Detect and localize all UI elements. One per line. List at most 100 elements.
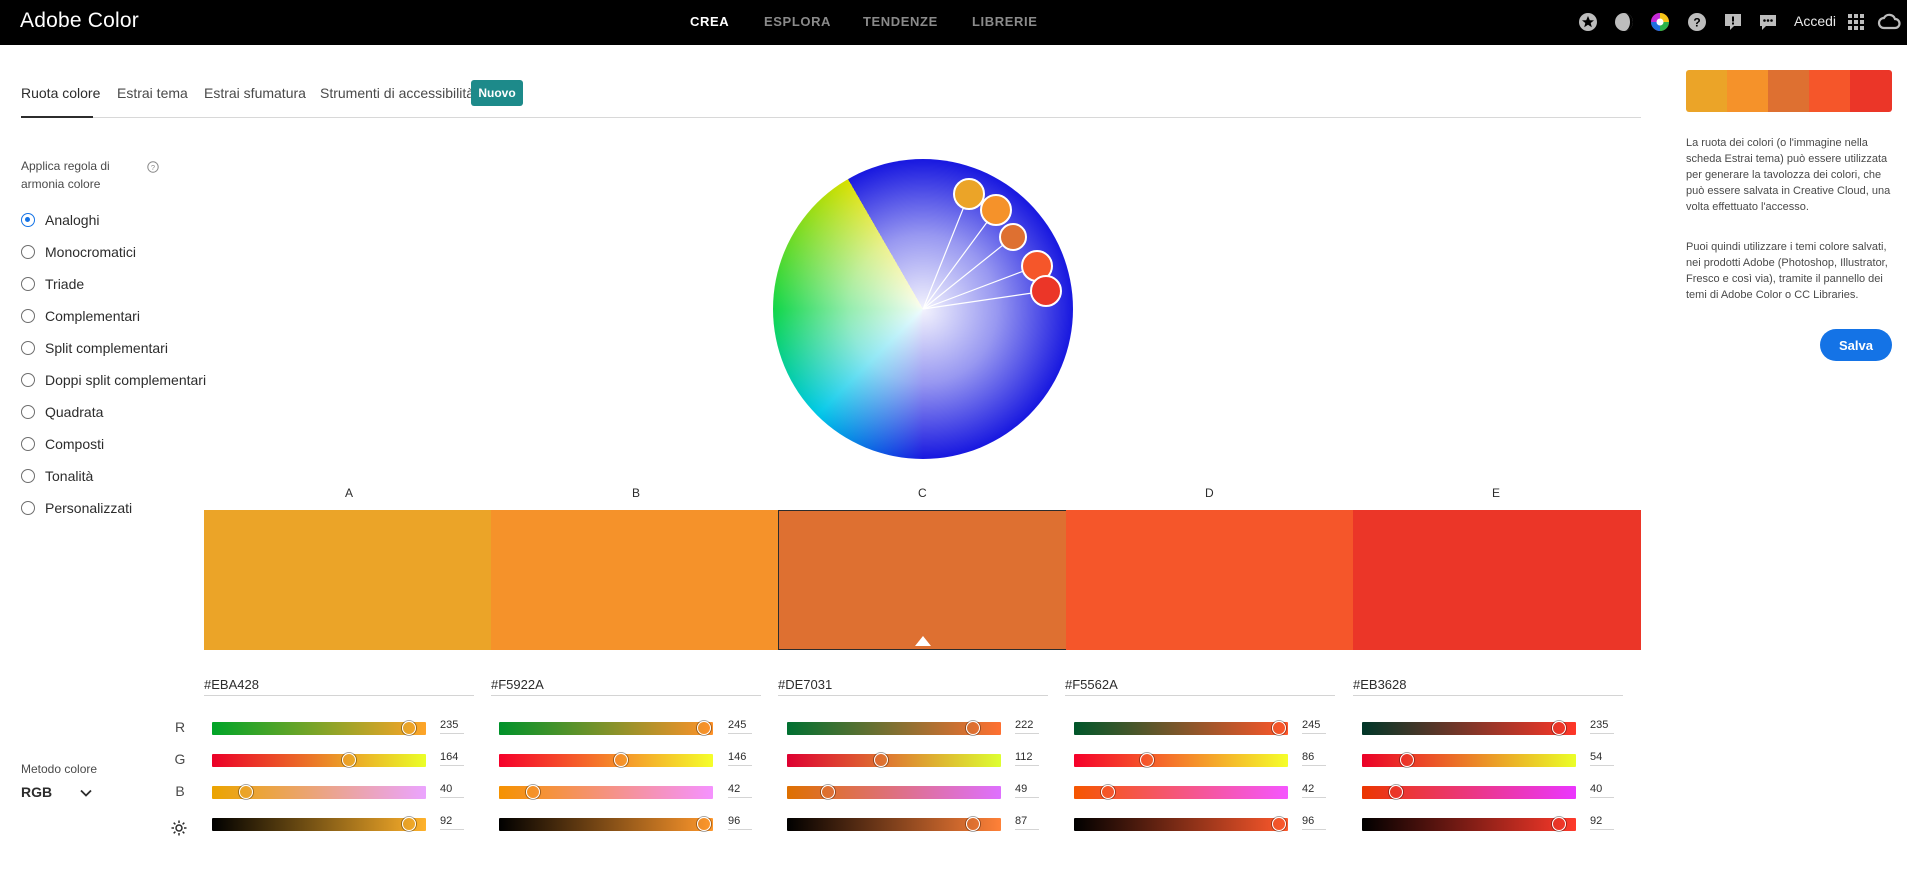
- value-e-b[interactable]: 40: [1590, 783, 1614, 798]
- apps-grid-icon[interactable]: [1846, 12, 1866, 32]
- hex-input-a[interactable]: #EBA428: [204, 674, 474, 696]
- radio-button[interactable]: [21, 469, 35, 483]
- value-b-r[interactable]: 245: [728, 719, 752, 734]
- hex-input-b[interactable]: #F5922A: [491, 674, 761, 696]
- radio-button[interactable]: [21, 437, 35, 451]
- slider-e-b[interactable]: [1362, 785, 1576, 799]
- swatch-c[interactable]: [778, 510, 1067, 650]
- swatch-a[interactable]: [204, 510, 492, 650]
- slider-knob[interactable]: [401, 721, 416, 735]
- app-title[interactable]: Adobe Color: [20, 9, 139, 33]
- value-c-brightness[interactable]: 87: [1015, 815, 1039, 830]
- tab-extract-gradient[interactable]: Estrai sfumatura: [204, 85, 306, 101]
- star-icon[interactable]: [1578, 12, 1598, 32]
- color-wheel-icon[interactable]: [1650, 12, 1670, 32]
- color-wheel[interactable]: [773, 159, 1073, 459]
- slider-knob[interactable]: [697, 817, 712, 831]
- value-b-brightness[interactable]: 96: [728, 815, 752, 830]
- slider-c-b[interactable]: [787, 785, 1001, 799]
- slider-b-r[interactable]: [499, 721, 713, 735]
- creative-cloud-icon[interactable]: [1877, 12, 1901, 32]
- signin-link[interactable]: Accedi: [1794, 13, 1836, 29]
- slider-knob[interactable]: [1272, 721, 1287, 735]
- value-c-b[interactable]: 49: [1015, 783, 1039, 798]
- slider-knob[interactable]: [1272, 817, 1287, 831]
- slider-knob[interactable]: [341, 753, 356, 767]
- slider-a-r[interactable]: [212, 721, 426, 735]
- radio-button[interactable]: [21, 501, 35, 515]
- value-d-r[interactable]: 245: [1302, 719, 1326, 734]
- color-method-select[interactable]: RGB: [21, 784, 95, 806]
- moon-icon[interactable]: [1614, 12, 1634, 32]
- value-e-g[interactable]: 54: [1590, 751, 1614, 766]
- slider-knob[interactable]: [966, 721, 981, 735]
- chat-icon[interactable]: [1758, 12, 1778, 32]
- hex-input-c[interactable]: #DE7031: [778, 674, 1048, 696]
- slider-knob[interactable]: [1551, 817, 1566, 831]
- slider-e-g[interactable]: [1362, 753, 1576, 767]
- value-a-r[interactable]: 235: [440, 719, 464, 734]
- value-e-r[interactable]: 235: [1590, 719, 1614, 734]
- slider-d-g[interactable]: [1074, 753, 1288, 767]
- slider-b-g[interactable]: [499, 753, 713, 767]
- tab-accessibility-tools[interactable]: Strumenti di accessibilità: [320, 85, 474, 101]
- slider-knob[interactable]: [613, 753, 628, 767]
- swatch-e[interactable]: [1353, 510, 1641, 650]
- slider-e-r[interactable]: [1362, 721, 1576, 735]
- value-a-brightness[interactable]: 92: [440, 815, 464, 830]
- nav-librerie[interactable]: LIBRERIE: [972, 14, 1037, 29]
- radio-button[interactable]: [21, 341, 35, 355]
- slider-knob[interactable]: [526, 785, 541, 799]
- hex-input-e[interactable]: #EB3628: [1353, 674, 1623, 696]
- radio-button[interactable]: [21, 373, 35, 387]
- value-d-g[interactable]: 86: [1302, 751, 1326, 766]
- slider-knob[interactable]: [874, 753, 889, 767]
- slider-b-b[interactable]: [499, 785, 713, 799]
- slider-a-b[interactable]: [212, 785, 426, 799]
- slider-c-r[interactable]: [787, 721, 1001, 735]
- radio-button[interactable]: [21, 245, 35, 259]
- slider-a-g[interactable]: [212, 753, 426, 767]
- wheel-handle-e[interactable]: [1030, 275, 1062, 307]
- slider-c-g[interactable]: [787, 753, 1001, 767]
- harmony-help-icon[interactable]: ?: [147, 161, 159, 173]
- slider-knob[interactable]: [239, 785, 254, 799]
- slider-d-r[interactable]: [1074, 721, 1288, 735]
- slider-knob[interactable]: [966, 817, 981, 831]
- help-icon[interactable]: ?: [1687, 12, 1707, 32]
- hex-input-d[interactable]: #F5562A: [1065, 674, 1335, 696]
- value-c-g[interactable]: 112: [1015, 751, 1039, 766]
- slider-e-brightness[interactable]: [1362, 817, 1576, 831]
- radio-button[interactable]: [21, 405, 35, 419]
- value-c-r[interactable]: 222: [1015, 719, 1039, 734]
- slider-knob[interactable]: [401, 817, 416, 831]
- wheel-handle-a[interactable]: [953, 178, 985, 210]
- tab-color-wheel[interactable]: Ruota colore: [21, 85, 100, 101]
- slider-knob[interactable]: [697, 721, 712, 735]
- radio-button[interactable]: [21, 213, 35, 227]
- slider-d-brightness[interactable]: [1074, 817, 1288, 831]
- slider-d-b[interactable]: [1074, 785, 1288, 799]
- nav-tendenze[interactable]: TENDENZE: [863, 14, 938, 29]
- radio-button[interactable]: [21, 277, 35, 291]
- value-b-g[interactable]: 146: [728, 751, 752, 766]
- nav-crea[interactable]: CREA: [690, 14, 729, 29]
- slider-knob[interactable]: [1139, 753, 1154, 767]
- value-d-brightness[interactable]: 96: [1302, 815, 1326, 830]
- slider-knob[interactable]: [1389, 785, 1404, 799]
- slider-a-brightness[interactable]: [212, 817, 426, 831]
- wheel-handle-c[interactable]: [999, 223, 1027, 251]
- slider-knob[interactable]: [1551, 721, 1566, 735]
- swatch-b[interactable]: [491, 510, 779, 650]
- slider-knob[interactable]: [1399, 753, 1414, 767]
- slider-knob[interactable]: [1101, 785, 1116, 799]
- wheel-handle-b[interactable]: [980, 194, 1012, 226]
- radio-button[interactable]: [21, 309, 35, 323]
- value-a-g[interactable]: 164: [440, 751, 464, 766]
- value-e-brightness[interactable]: 92: [1590, 815, 1614, 830]
- swatch-d[interactable]: [1066, 510, 1354, 650]
- value-a-b[interactable]: 40: [440, 783, 464, 798]
- save-button[interactable]: Salva: [1820, 329, 1892, 361]
- nav-esplora[interactable]: ESPLORA: [764, 14, 831, 29]
- tab-extract-theme[interactable]: Estrai tema: [117, 85, 188, 101]
